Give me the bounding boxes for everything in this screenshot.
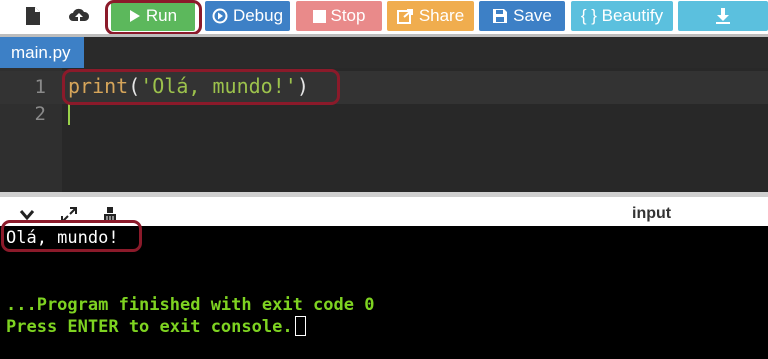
stop-button-label: Stop (330, 6, 366, 25)
code-editor[interactable]: 1 2 print('Olá, mundo!') (0, 68, 768, 192)
save-icon (492, 8, 508, 24)
input-label[interactable]: input (632, 205, 671, 223)
output-highlight (1, 220, 142, 252)
press-enter-text: Press ENTER to exit console. (6, 317, 293, 337)
console-output[interactable]: Olá, mundo! ...Program finished with exi… (0, 220, 768, 359)
debug-button-label: Debug (232, 6, 284, 25)
download-button[interactable] (678, 1, 768, 31)
beautify-button[interactable]: { } Beautify (571, 1, 673, 31)
download-icon (715, 7, 731, 25)
line-number: 1 (34, 76, 46, 98)
console-cursor (294, 316, 306, 336)
code-line-highlight (62, 69, 340, 105)
debug-icon (212, 8, 228, 24)
stop-icon (312, 9, 326, 23)
tab-label: main.py (11, 42, 71, 62)
save-button[interactable]: Save (479, 1, 565, 31)
beautify-button-label: { } Beautify (580, 6, 664, 25)
share-button-label: Share (418, 6, 465, 25)
file-icon (25, 6, 41, 26)
text-cursor (68, 103, 70, 125)
press-enter-line: Press ENTER to exit console. (6, 316, 306, 338)
share-button[interactable]: Share (387, 1, 474, 31)
upload-cloud-icon (68, 7, 90, 25)
save-button-label: Save (513, 6, 552, 25)
new-file-button[interactable] (18, 1, 48, 31)
line-number: 2 (34, 103, 46, 125)
debug-button[interactable]: Debug (205, 1, 290, 31)
share-icon (396, 8, 414, 24)
upload-button[interactable] (62, 1, 96, 31)
exit-status-line: ...Program finished with exit code 0 (6, 295, 375, 315)
stop-button[interactable]: Stop (296, 1, 382, 31)
tab-main-py[interactable]: main.py (0, 37, 84, 68)
toolbar: Run Debug Stop Share Save { } Beautify (0, 0, 768, 35)
file-tab-bar: main.py (0, 34, 768, 68)
run-button-highlight (105, 0, 202, 35)
